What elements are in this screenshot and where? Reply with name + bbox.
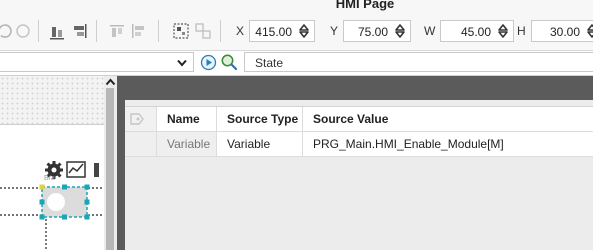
align-right-icon[interactable]	[70, 22, 88, 40]
row-source-value[interactable]: PRG_Main.HMI_Enable_Module[M]	[303, 132, 593, 156]
window-title: HMI Page	[335, 0, 395, 11]
chevron-down-icon[interactable]	[177, 59, 187, 67]
h-field[interactable]: 30.00	[531, 20, 593, 42]
spinner-up-down-icon[interactable]	[498, 24, 508, 38]
y-value: 75.00	[357, 25, 388, 39]
panel-header-bar	[117, 76, 593, 100]
column-header-name[interactable]: Name	[157, 107, 217, 131]
selected-widget[interactable]	[39, 184, 90, 220]
state-field[interactable]: State	[244, 52, 593, 72]
w-field[interactable]: 45.00	[440, 20, 514, 42]
chevron-up-icon[interactable]	[105, 78, 116, 86]
spinner-up-down-icon[interactable]	[299, 24, 309, 38]
table-header-icon-cell	[125, 107, 157, 131]
table-row[interactable]: Variable Variable PRG_Main.HMI_Enable_Mo…	[125, 132, 593, 157]
pin-icon[interactable]	[129, 111, 145, 127]
x-field[interactable]: 415.00	[249, 20, 315, 42]
canvas-drawing: Bra	[0, 161, 104, 250]
table-header-row: Name Source Type Source Value	[125, 107, 593, 132]
svg-text:Bra: Bra	[44, 175, 55, 182]
toolbar-separator	[158, 20, 159, 42]
play-circle-icon[interactable]	[200, 54, 217, 71]
binding-table: Name Source Type Source Value Variable V…	[125, 106, 593, 157]
search-zoom-icon[interactable]	[220, 53, 238, 71]
toolbar-separator	[220, 20, 221, 42]
y-label: Y	[330, 24, 339, 38]
refresh-icon[interactable]	[0, 22, 14, 40]
align-bottom-icon[interactable]	[48, 22, 66, 40]
toolbar-separator	[96, 20, 97, 42]
toolbar-separator	[38, 20, 39, 42]
spinner-up-down-icon[interactable]	[587, 24, 593, 38]
h-label: H	[517, 24, 526, 38]
w-label: W	[424, 24, 436, 38]
trend-chart-icon[interactable]	[66, 161, 86, 178]
panel-left-border	[117, 76, 125, 250]
ungroup-icon[interactable]	[194, 22, 212, 40]
column-header-source-value[interactable]: Source Value	[303, 107, 593, 131]
scrollbar-thumb[interactable]	[106, 88, 114, 250]
send-back-icon[interactable]	[130, 22, 148, 40]
state-field-value: State	[255, 56, 284, 70]
row-name[interactable]: Variable	[157, 132, 217, 156]
column-header-source-type[interactable]: Source Type	[217, 107, 303, 131]
y-field[interactable]: 75.00	[343, 20, 411, 42]
canvas-scrollbar[interactable]	[104, 76, 117, 250]
bring-front-icon[interactable]	[108, 22, 126, 40]
design-canvas[interactable]: Bra	[0, 76, 117, 250]
reset-icon[interactable]	[14, 22, 32, 40]
row-source-type[interactable]: Variable	[217, 132, 303, 156]
h-value: 30.00	[549, 25, 580, 39]
x-value: 415.00	[255, 25, 292, 39]
x-label: X	[236, 24, 245, 38]
w-value: 45.00	[460, 25, 491, 39]
element-dropdown[interactable]	[0, 52, 194, 72]
spinner-up-down-icon[interactable]	[395, 24, 405, 38]
row-indicator-cell	[125, 132, 157, 156]
property-bar: State	[0, 51, 593, 76]
toolbar: HMI Page X 415.00 Y 75.00 W 45.00 H 30.0…	[0, 0, 593, 51]
properties-panel: Name Source Type Source Value Variable V…	[117, 76, 593, 250]
group-icon[interactable]	[172, 22, 190, 40]
